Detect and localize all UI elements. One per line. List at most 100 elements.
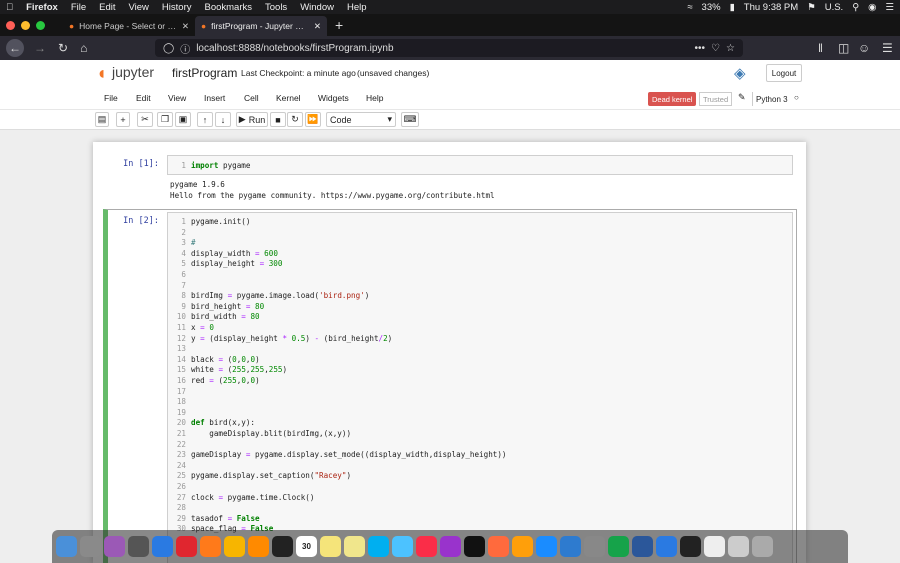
sidebar-icon[interactable]: ◫ <box>838 41 849 55</box>
page-info-icon[interactable]: ⓘ <box>180 41 190 56</box>
dock-app-store-icon[interactable] <box>536 536 557 557</box>
close-tab-icon[interactable]: ✕ <box>314 21 321 32</box>
cell-input-area[interactable]: 1 pygame.init() 2 3 #4 display_width = 600 5 di… <box>167 212 793 563</box>
library-icon[interactable]: ‖ <box>818 41 823 55</box>
jupyter-logo-icon[interactable]: ◖ <box>96 63 107 84</box>
nb-menu-kernel[interactable]: Kernel <box>276 93 301 103</box>
close-window-button[interactable] <box>6 20 15 30</box>
dead-kernel-badge[interactable]: Dead kernel <box>648 92 697 106</box>
menu-history[interactable]: History <box>162 2 192 13</box>
menu-window[interactable]: Window <box>300 2 334 13</box>
url-bar[interactable]: ◯ ⓘ localhost:8888/notebooks/firstProgra… <box>155 39 743 57</box>
restart-run-all-icon[interactable]: ⏩ <box>305 112 321 127</box>
nb-menu-insert[interactable]: Insert <box>204 93 225 103</box>
dock-launchpad-icon[interactable] <box>128 536 149 557</box>
dock-safari2-icon[interactable] <box>656 536 677 557</box>
move-down-icon[interactable]: ↓ <box>215 112 231 127</box>
page-actions-button[interactable]: ••• <box>695 43 706 54</box>
nb-menu-view[interactable]: View <box>168 93 186 103</box>
dock-30-icon[interactable]: 30 <box>296 536 317 557</box>
dock-dex-icon[interactable] <box>488 536 509 557</box>
input-source[interactable]: U.S. <box>825 2 843 13</box>
nb-menu-cell[interactable]: Cell <box>244 93 259 103</box>
account-icon[interactable]: ☺ <box>858 41 870 55</box>
kernel-name[interactable]: Python 3 <box>752 92 791 106</box>
nb-menu-edit[interactable]: Edit <box>136 93 151 103</box>
dock-word-icon[interactable] <box>632 536 653 557</box>
nb-menu-help[interactable]: Help <box>366 93 383 103</box>
hamburger-menu-icon[interactable]: ☰ <box>882 41 893 55</box>
dock-terminal-icon[interactable] <box>680 536 701 557</box>
dock-podcasts-icon[interactable] <box>440 536 461 557</box>
dock-music-icon[interactable] <box>416 536 437 557</box>
menu-file[interactable]: File <box>71 2 86 13</box>
battery-icon[interactable]: ▮ <box>730 2 735 13</box>
wifi-icon[interactable]: ≈ <box>687 2 692 13</box>
dock-skype-icon[interactable] <box>368 536 389 557</box>
dock-safari-icon[interactable] <box>152 536 173 557</box>
dock-tv-icon[interactable] <box>464 536 485 557</box>
new-tab-button[interactable]: + <box>335 17 343 33</box>
back-button[interactable]: ← <box>6 39 24 57</box>
menu-tools[interactable]: Tools <box>265 2 287 13</box>
forward-button[interactable]: → <box>34 41 46 55</box>
dock-firefox-icon[interactable] <box>200 536 221 557</box>
menu-edit[interactable]: Edit <box>99 2 115 13</box>
dock-vim-icon[interactable] <box>608 536 629 557</box>
dock-archive-icon[interactable] <box>728 536 749 557</box>
dock-sketch-icon[interactable] <box>224 536 245 557</box>
dock-stickies-icon[interactable] <box>344 536 365 557</box>
move-up-icon[interactable]: ↑ <box>197 112 213 127</box>
nb-menu-widgets[interactable]: Widgets <box>318 93 349 103</box>
zoom-window-button[interactable] <box>36 20 45 30</box>
menu-help[interactable]: Help <box>347 2 367 13</box>
dock-books-icon[interactable] <box>512 536 533 557</box>
user-icon[interactable]: ◉ <box>868 2 876 13</box>
code-cell-2[interactable]: In [2]: 1 pygame.init() 2 3 #4 display_width … <box>103 209 797 563</box>
control-center-icon[interactable]: ☰ <box>885 2 894 13</box>
dock-prefs-icon[interactable] <box>584 536 605 557</box>
edit-pencil-icon[interactable]: ✎ <box>738 92 746 103</box>
insert-cell-icon[interactable]: + <box>116 112 130 127</box>
clock[interactable]: Thu 9:38 PM <box>744 2 798 13</box>
reload-button[interactable]: ↻ <box>58 41 68 55</box>
cell-type-select[interactable]: Code ▾ <box>326 112 396 127</box>
paste-icon[interactable]: ▣ <box>175 112 191 127</box>
jupyter-logo-text[interactable]: jupyter <box>112 64 154 80</box>
tab-home-page[interactable]: ● Home Page - Select or create a ✕ <box>63 16 195 36</box>
dock-notes-icon[interactable] <box>320 536 341 557</box>
dock-siri-icon[interactable] <box>104 536 125 557</box>
code-cell-1[interactable]: In [1]: 1 import pygame pygame 1.9.6 Hel… <box>93 142 806 206</box>
interrupt-icon[interactable]: ■ <box>270 112 286 127</box>
cell-input-area[interactable]: 1 import pygame <box>167 155 793 175</box>
trusted-indicator[interactable]: Trusted <box>699 92 733 106</box>
notebook-title[interactable]: firstProgram <box>172 66 237 80</box>
app-menu[interactable]: Firefox <box>26 2 58 13</box>
dock-sublime-icon[interactable] <box>248 536 269 557</box>
dock-doc-icon[interactable] <box>704 536 725 557</box>
dock-trash-icon[interactable] <box>752 536 773 557</box>
apple-icon[interactable]:  <box>6 2 13 13</box>
minimize-window-button[interactable] <box>21 20 30 30</box>
restart-icon[interactable]: ↻ <box>287 112 303 127</box>
dock-finder-icon[interactable] <box>56 536 77 557</box>
dock-messages-icon[interactable] <box>392 536 413 557</box>
home-button[interactable]: ⌂ <box>80 41 87 55</box>
pocket-icon[interactable]: ♡ <box>711 43 720 54</box>
dock-xcode-icon[interactable] <box>560 536 581 557</box>
run-button[interactable]: ▶ Run <box>236 112 268 127</box>
close-tab-icon[interactable]: ✕ <box>182 21 189 32</box>
save-icon[interactable]: ▤ <box>95 112 109 127</box>
battery-percent[interactable]: 33% <box>702 2 721 13</box>
cut-icon[interactable]: ✂ <box>137 112 153 127</box>
menu-view[interactable]: View <box>129 2 149 13</box>
dock-github-icon[interactable] <box>272 536 293 557</box>
copy-icon[interactable]: ❐ <box>157 112 173 127</box>
menu-bookmarks[interactable]: Bookmarks <box>204 2 252 13</box>
dock-opera-icon[interactable] <box>176 536 197 557</box>
dock-downloads-icon[interactable] <box>80 536 101 557</box>
nb-menu-file[interactable]: File <box>104 93 118 103</box>
spotlight-icon[interactable]: ⚲ <box>852 2 859 13</box>
logout-button[interactable]: Logout <box>766 64 802 82</box>
flag-icon[interactable]: ⚑ <box>807 2 816 13</box>
